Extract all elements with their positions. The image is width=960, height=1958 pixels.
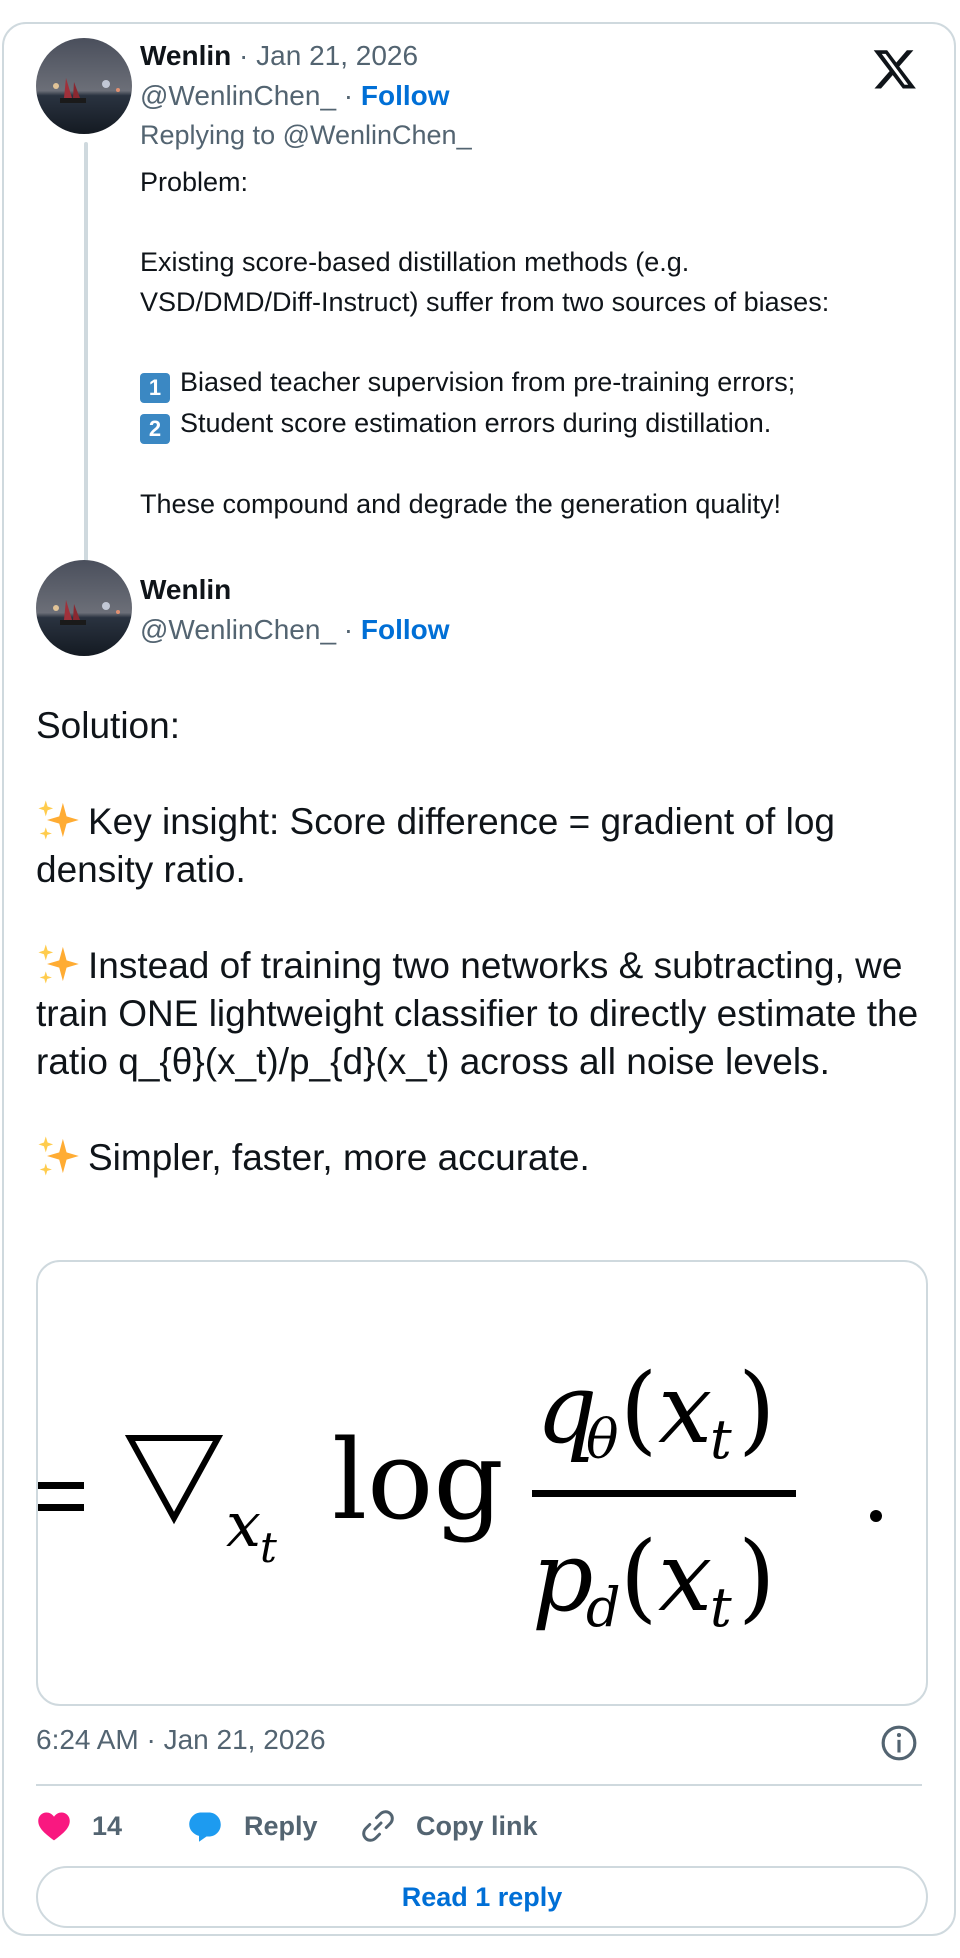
x-logo-icon[interactable] (872, 46, 918, 92)
list-item: 2 Student score estimation errors during … (140, 403, 940, 444)
reply-paragraph: VSD/DMD/Diff-Instruct) suffer from two s… (140, 287, 830, 317)
svg-text:x: x (658, 1521, 712, 1633)
main-intro: Solution: (36, 705, 180, 746)
svg-text:x: x (226, 1488, 261, 1561)
reply-button[interactable]: Reply (186, 1804, 318, 1848)
like-count: 14 (92, 1810, 123, 1841)
svg-text:t: t (710, 1576, 732, 1639)
reply-label: Reply (244, 1810, 318, 1841)
thread-line (84, 142, 88, 578)
read-replies-button[interactable]: Read 1 reply (36, 1866, 928, 1928)
main-handle-row: @WenlinChen_ · Follow (140, 614, 450, 646)
keycap-one-icon: 1 (140, 373, 170, 403)
reply-paragraph: Problem: (140, 167, 249, 197)
author-handle[interactable]: @WenlinChen_ (140, 614, 336, 645)
attached-image[interactable]: x t log q θ ( x t ) p d ( x t ) (36, 1260, 928, 1706)
reply-paragraph: Existing score-based distillation method… (140, 247, 690, 277)
info-icon[interactable] (880, 1724, 918, 1762)
svg-text:log: log (332, 1416, 504, 1544)
reply-paragraph (140, 444, 940, 484)
heart-icon (38, 1812, 70, 1841)
copy-link-label: Copy link (416, 1810, 538, 1841)
replying-to[interactable]: Replying to @WenlinChen_ (140, 120, 472, 151)
svg-text:p: p (532, 1521, 593, 1633)
link-icon (362, 1810, 394, 1842)
tweet-timestamp[interactable]: 6:24 AM · Jan 21, 2026 (36, 1724, 326, 1756)
main-point: Key insight: Score difference = gradient… (36, 798, 936, 894)
main-point: Instead of training two networks & subtr… (36, 942, 936, 1086)
avatar[interactable] (36, 38, 132, 134)
reply-paragraph (140, 202, 940, 242)
author-name[interactable]: Wenlin (140, 40, 231, 71)
tweet-date[interactable]: Jan 21, 2026 (256, 40, 418, 71)
svg-text:(: ( (620, 1521, 657, 1633)
svg-text:t: t (260, 1523, 277, 1572)
author-name[interactable]: Wenlin (140, 574, 231, 605)
tweet-card: Wenlin · Jan 21, 2026 @WenlinChen_ · Fol… (2, 22, 956, 1936)
svg-text:t: t (710, 1408, 732, 1471)
divider (36, 1784, 922, 1786)
main-point: Simpler, faster, more accurate. (36, 1134, 936, 1182)
sparkles-icon (38, 1136, 79, 1176)
svg-text:d: d (586, 1576, 621, 1639)
avatar[interactable] (36, 560, 132, 656)
sparkles-icon (38, 800, 79, 840)
like-button[interactable]: 14 (36, 1804, 122, 1848)
equation-image: x t log q θ ( x t ) p d ( x t ) (38, 1353, 882, 1639)
reply-tweet-text: Problem: Existing score-based distillati… (140, 162, 940, 524)
separator: · (231, 40, 257, 71)
reply-handle-row: @WenlinChen_ · Follow (140, 80, 450, 112)
separator: · (336, 614, 361, 645)
reply-header: Wenlin · Jan 21, 2026 (140, 40, 418, 72)
separator: · (336, 80, 361, 111)
speech-bubble-icon (189, 1812, 221, 1842)
main-tweet-text: Solution: Key insight: Score difference … (36, 702, 936, 1182)
main-header: Wenlin (140, 574, 231, 606)
copy-link-button[interactable]: Copy link (360, 1804, 538, 1848)
reply-closing: These compound and degrade the generatio… (140, 489, 781, 519)
svg-text:(: ( (620, 1353, 657, 1465)
svg-text:θ: θ (586, 1408, 619, 1471)
reply-paragraph (140, 322, 940, 362)
svg-text:): ) (738, 1353, 775, 1465)
follow-button[interactable]: Follow (361, 614, 450, 645)
svg-text:): ) (738, 1521, 775, 1633)
author-handle[interactable]: @WenlinChen_ (140, 80, 336, 111)
sparkles-icon (38, 944, 79, 984)
svg-text:x: x (658, 1353, 712, 1465)
follow-button[interactable]: Follow (361, 80, 450, 111)
keycap-two-icon: 2 (140, 414, 170, 444)
list-item: 1 Biased teacher supervision from pre-tra… (140, 362, 940, 403)
